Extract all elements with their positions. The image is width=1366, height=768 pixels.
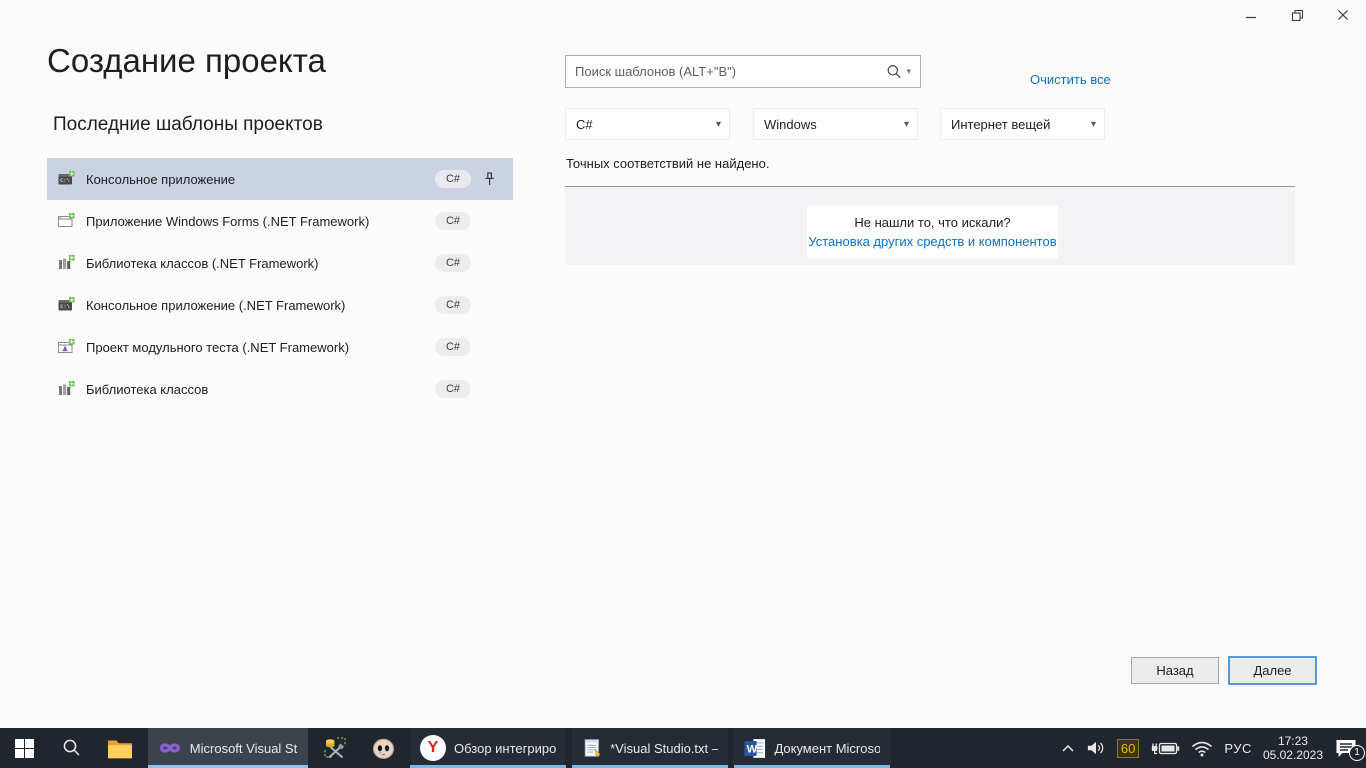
search-input[interactable]	[566, 64, 886, 79]
back-button[interactable]: Назад	[1131, 657, 1219, 684]
template-search-box: ▾	[565, 55, 921, 88]
language-badge: C#	[435, 170, 471, 188]
word-icon: W	[744, 737, 766, 760]
template-row-console-app-netfx[interactable]: C:\ Консольное приложение (.NET Framewor…	[47, 284, 513, 326]
language-badge: C#	[435, 296, 471, 314]
template-label: Библиотека классов	[86, 382, 208, 397]
unit-test-icon	[58, 339, 75, 355]
no-matches-status: Точных соответствий не найдено.	[566, 156, 769, 171]
clock[interactable]: 17:23 05.02.2023	[1263, 734, 1323, 762]
close-icon[interactable]	[1320, 0, 1366, 30]
pin-icon[interactable]	[471, 172, 507, 186]
svg-text:C:\: C:\	[60, 304, 70, 310]
speaker-icon[interactable]	[1086, 739, 1106, 757]
not-found-box: Не нашли то, что искали? Установка други…	[807, 206, 1058, 258]
windows-start-icon	[15, 739, 34, 758]
project-type-filter-value: Интернет вещей	[951, 117, 1050, 132]
create-project-dialog: Создание проекта Последние шаблоны проек…	[0, 0, 1366, 768]
template-label: Проект модульного теста (.NET Framework)	[86, 340, 349, 355]
chevron-down-icon: ▾	[904, 119, 909, 130]
isaac-game-icon	[371, 736, 396, 761]
task-label: Microsoft Visual St...	[190, 741, 298, 756]
install-tools-link[interactable]: Установка других средств и компонентов	[808, 234, 1056, 249]
file-explorer-icon	[107, 738, 133, 759]
tools-icon	[323, 736, 347, 760]
notification-count-badge: 1	[1349, 745, 1365, 761]
tray-date: 05.02.2023	[1263, 748, 1323, 762]
task-label: *Visual Studio.txt – ...	[610, 741, 718, 756]
console-app-icon: C:\	[58, 171, 75, 187]
platform-filter-value: Windows	[764, 117, 817, 132]
template-label: Консольное приложение (.NET Framework)	[86, 298, 345, 313]
taskbar-task-word[interactable]: W Документ Microso...	[734, 728, 890, 768]
language-badge: C#	[435, 338, 471, 356]
tools-app-button[interactable]	[312, 728, 358, 768]
search-options-caret-icon[interactable]: ▾	[906, 66, 911, 77]
language-filter-value: C#	[576, 117, 593, 132]
taskbar: Microsoft Visual St... Y Обзор интегриро…	[0, 728, 1366, 768]
template-row-class-library[interactable]: Библиотека классов C#	[47, 368, 513, 410]
search-icon[interactable]: ▾	[886, 64, 920, 80]
next-button[interactable]: Далее	[1228, 656, 1317, 685]
taskbar-task-notepad[interactable]: *Visual Studio.txt – ...	[572, 728, 728, 768]
language-indicator[interactable]: РУС	[1224, 741, 1252, 756]
restore-icon[interactable]	[1274, 0, 1320, 30]
taskbar-task-visual-studio[interactable]: Microsoft Visual St...	[148, 728, 308, 768]
isaac-game-button[interactable]	[360, 728, 406, 768]
yandex-browser-icon: Y	[420, 735, 446, 761]
system-tray: 60 РУС 17:23 05.02.2023 1	[1061, 728, 1366, 768]
svg-text:C:\: C:\	[60, 178, 70, 184]
wifi-icon[interactable]	[1191, 740, 1213, 757]
tray-time: 17:23	[1278, 734, 1308, 748]
recent-templates-title: Последние шаблоны проектов	[53, 114, 323, 136]
start-button[interactable]	[0, 728, 48, 768]
template-row-winforms-app[interactable]: Приложение Windows Forms (.NET Framework…	[47, 200, 513, 242]
taskbar-search-button[interactable]	[48, 728, 96, 768]
language-badge: C#	[435, 212, 471, 230]
language-badge: C#	[435, 380, 471, 398]
action-center-icon[interactable]: 1	[1334, 738, 1358, 759]
taskbar-task-yandex-browser[interactable]: Y Обзор интегриров...	[410, 728, 566, 768]
taskbar-search-icon	[62, 738, 82, 758]
template-row-unit-test[interactable]: Проект модульного теста (.NET Framework)…	[47, 326, 513, 368]
class-library-icon	[58, 381, 75, 397]
template-row-console-app[interactable]: C:\ Консольное приложение C#	[47, 158, 513, 200]
file-explorer-button[interactable]	[96, 728, 144, 768]
battery-charging-icon[interactable]	[1150, 740, 1180, 757]
svg-text:W: W	[747, 743, 758, 755]
window-controls	[1228, 0, 1366, 30]
template-row-class-library-netfx[interactable]: Библиотека классов (.NET Framework) C#	[47, 242, 513, 284]
recent-templates-list: C:\ Консольное приложение C# Приложение …	[47, 158, 513, 410]
chevron-up-icon[interactable]	[1061, 744, 1075, 753]
not-found-prompt: Не нашли то, что искали?	[854, 215, 1010, 230]
template-label: Библиотека классов (.NET Framework)	[86, 256, 319, 271]
task-label: Документ Microso...	[774, 741, 880, 756]
battery-percent-indicator[interactable]: 60	[1117, 739, 1139, 758]
language-filter-dropdown[interactable]: C# ▾	[565, 108, 730, 140]
notepad-icon	[582, 736, 602, 760]
visual-studio-icon	[158, 735, 182, 761]
task-label: Обзор интегриров...	[454, 741, 556, 756]
chevron-down-icon: ▾	[716, 119, 721, 130]
page-title: Создание проекта	[47, 42, 326, 80]
project-type-filter-dropdown[interactable]: Интернет вещей ▾	[940, 108, 1105, 140]
language-badge: C#	[435, 254, 471, 272]
winforms-app-icon	[58, 213, 75, 229]
chevron-down-icon: ▾	[1091, 119, 1096, 130]
template-label: Приложение Windows Forms (.NET Framework…	[86, 214, 369, 229]
clear-all-link[interactable]: Очистить все	[1030, 72, 1111, 87]
class-library-icon	[58, 255, 75, 271]
console-app-icon: C:\	[58, 297, 75, 313]
minimize-icon[interactable]	[1228, 0, 1274, 30]
platform-filter-dropdown[interactable]: Windows ▾	[753, 108, 918, 140]
template-label: Консольное приложение	[86, 172, 235, 187]
